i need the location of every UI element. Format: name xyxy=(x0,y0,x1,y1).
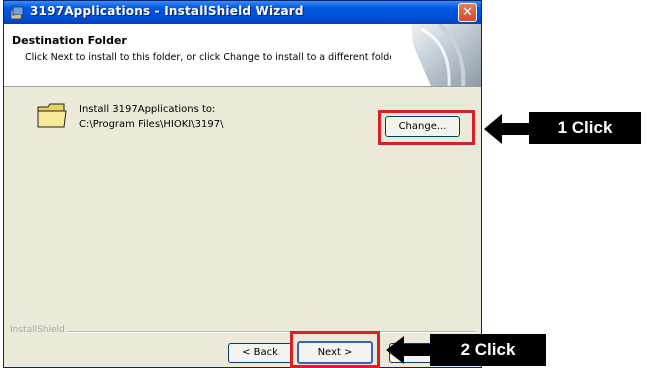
window-title: 3197Applications - InstallShield Wizard xyxy=(30,4,304,18)
header-banner: Destination Folder Click Next to install… xyxy=(4,24,481,87)
installshield-label: InstallShield xyxy=(10,325,65,335)
page-title: Destination Folder xyxy=(12,34,127,47)
page-subtitle: Click Next to install to this folder, or… xyxy=(25,52,402,63)
back-button[interactable]: < Back xyxy=(228,343,292,363)
callout-2-arrow-icon xyxy=(386,336,432,364)
next-button-highlight xyxy=(290,331,380,368)
footer-divider xyxy=(68,331,476,333)
change-button-highlight xyxy=(378,110,475,145)
callout-1-label: 1 Click xyxy=(529,112,641,144)
install-path: C:\Program Files\HIOKI\3197\ xyxy=(79,119,224,130)
installshield-wizard-window: 3197Applications - InstallShield Wizard … xyxy=(3,0,482,368)
folder-icon xyxy=(37,103,67,128)
callout-2-label: 2 Click xyxy=(430,334,546,366)
title-bar[interactable]: 3197Applications - InstallShield Wizard … xyxy=(4,1,481,24)
installer-app-icon xyxy=(10,6,24,20)
install-to-label: Install 3197Applications to: xyxy=(79,104,216,115)
close-button[interactable]: ✕ xyxy=(458,3,477,22)
banner-graphic xyxy=(391,24,481,86)
callout-1-arrow-icon xyxy=(484,114,530,144)
